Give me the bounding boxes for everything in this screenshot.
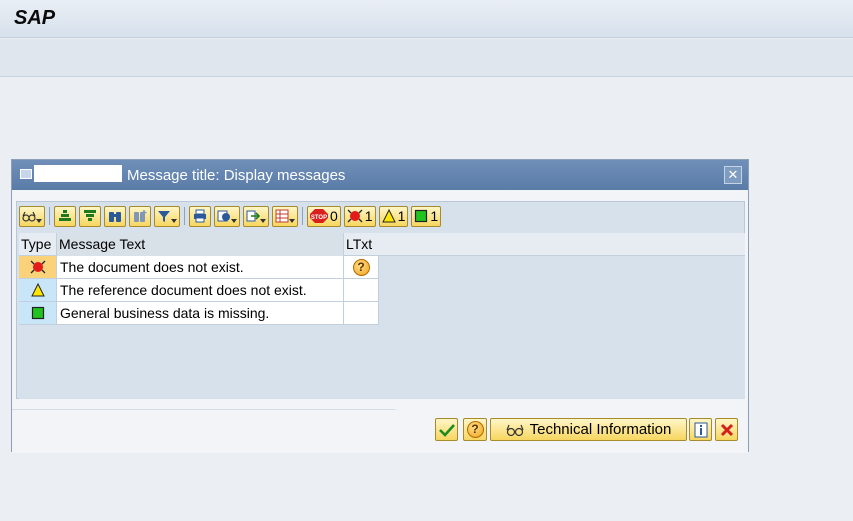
error-filter-button[interactable]: 1	[343, 205, 376, 227]
message-text-cell: General business data is missing.	[57, 302, 344, 325]
glasses-icon	[22, 211, 36, 222]
table-row[interactable]: The reference document does not exist.	[19, 279, 379, 302]
table-header: Type Message Text LTxt	[19, 233, 745, 256]
type-cell	[19, 279, 57, 302]
filter-button[interactable]	[154, 205, 180, 227]
close-icon: ✕	[727, 167, 739, 182]
layout-button[interactable]	[272, 205, 298, 227]
table-row[interactable]: General business data is missing.	[19, 302, 379, 325]
toolbar-separator	[184, 207, 185, 225]
details-button[interactable]	[19, 205, 45, 227]
column-header-ltxt[interactable]: LTxt	[344, 233, 380, 256]
message-text-cell: The document does not exist.	[57, 256, 344, 279]
checkmark-icon	[438, 423, 455, 437]
sort-descending-button[interactable]	[79, 205, 101, 227]
help-icon: ?	[466, 421, 484, 438]
ltxt-cell	[344, 302, 379, 325]
cancel-button[interactable]	[715, 418, 738, 441]
stop-count: 0	[330, 208, 338, 224]
printer-icon	[194, 209, 206, 223]
table-row[interactable]: The document does not exist. ?	[19, 256, 379, 279]
type-cell	[19, 256, 57, 279]
toolbar-separator	[49, 207, 50, 225]
ltxt-cell[interactable]: ?	[344, 256, 379, 279]
warning-filter-button[interactable]: 1	[378, 205, 409, 227]
error-icon	[347, 209, 363, 223]
binoculars-plus-icon	[134, 210, 147, 222]
sort-ascending-button[interactable]	[54, 205, 76, 227]
dialog-body: STOP 0 1 1 1 Type Message Text LTxt The …	[16, 201, 745, 399]
stop-filter-button[interactable]: STOP 0	[307, 205, 341, 227]
technical-information-label: Technical Information	[529, 421, 672, 438]
success-filter-button[interactable]: 1	[411, 205, 442, 227]
views-icon	[217, 210, 230, 222]
stop-sign-icon: STOP	[310, 209, 328, 223]
sort-descending-icon	[84, 210, 96, 221]
binoculars-icon	[109, 212, 121, 222]
message-table: Type Message Text LTxt The document does…	[19, 233, 745, 399]
help-button[interactable]: ?	[463, 418, 487, 441]
message-dialog: Message title: Display messages ✕ STOP 0…	[11, 159, 749, 453]
window-icon	[20, 169, 32, 179]
find-button[interactable]	[104, 205, 126, 227]
sort-ascending-icon	[59, 210, 71, 221]
svg-text:STOP: STOP	[311, 215, 327, 221]
error-count: 1	[364, 208, 373, 224]
message-toolbar: STOP 0 1 1 1	[19, 204, 444, 228]
continue-button[interactable]	[435, 418, 458, 441]
application-toolbar	[0, 39, 853, 77]
success-icon	[31, 306, 44, 320]
help-icon[interactable]: ?	[352, 258, 370, 276]
export-button[interactable]	[243, 205, 269, 227]
redacted-field	[34, 165, 122, 182]
ltxt-cell	[344, 279, 379, 302]
filter-icon	[158, 211, 170, 222]
success-count: 1	[430, 208, 439, 224]
app-title: SAP	[14, 7, 56, 29]
column-header-type[interactable]: Type	[19, 233, 57, 256]
cancel-icon	[720, 423, 733, 436]
dialog-header: Message title: Display messages ✕	[12, 160, 748, 190]
message-text-cell: The reference document does not exist.	[57, 279, 344, 302]
warning-icon	[30, 283, 45, 297]
toolbar-separator	[302, 207, 303, 225]
warning-count: 1	[397, 208, 406, 224]
success-icon	[415, 209, 428, 223]
technical-information-button[interactable]: Technical Information	[490, 418, 687, 441]
print-button[interactable]	[189, 205, 211, 227]
find-next-button[interactable]	[129, 205, 151, 227]
title-bar: SAP	[0, 0, 853, 38]
views-button[interactable]	[214, 205, 240, 227]
column-header-message-text[interactable]: Message Text	[57, 233, 344, 256]
dialog-title: Message title: Display messages	[127, 167, 346, 184]
type-cell	[19, 302, 57, 325]
warning-icon	[381, 209, 396, 223]
glasses-icon	[506, 424, 524, 436]
layout-grid-icon	[275, 209, 289, 223]
error-icon	[30, 260, 45, 274]
info-button[interactable]	[689, 418, 712, 441]
export-icon	[246, 210, 260, 222]
info-icon	[694, 422, 707, 437]
close-button[interactable]: ✕	[724, 166, 742, 184]
